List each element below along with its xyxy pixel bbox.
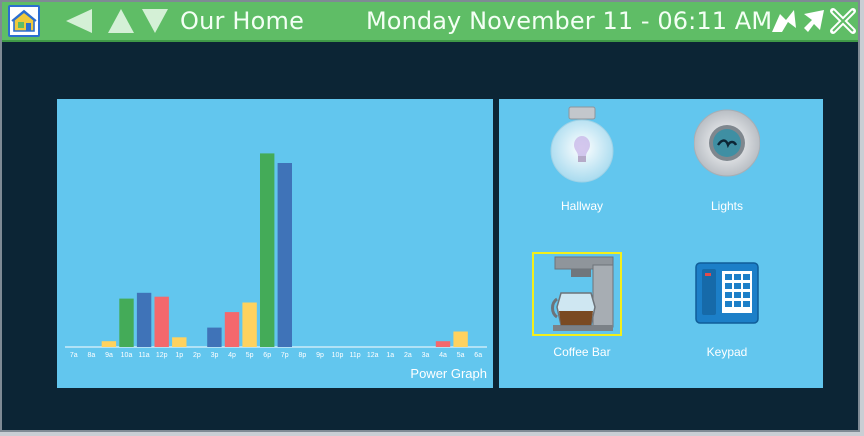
close-button[interactable]: [830, 2, 856, 40]
close-icon: [830, 8, 856, 34]
bar-5p: [242, 302, 257, 347]
home-icon: [11, 9, 37, 32]
tick-label-5a: 5a: [457, 352, 465, 359]
back-button[interactable]: [64, 2, 94, 40]
light-bulb-icon: [549, 105, 615, 189]
tick-label-5p: 5p: [246, 352, 254, 359]
share-icon: [772, 10, 796, 32]
device-tile-lights[interactable]: Lights: [672, 105, 782, 223]
up-arrow-icon: [108, 9, 134, 33]
tick-label-12a: 12a: [367, 352, 379, 359]
tick-label-12p: 12p: [156, 352, 168, 359]
device-tile-coffee-bar[interactable]: Coffee Bar: [527, 251, 637, 369]
bar-4a: [435, 341, 451, 347]
tick-label-7p: 7p: [281, 352, 289, 359]
power-graph-panel[interactable]: 7a 8a 9a 10a 11a 12p 1p 2p 3p 4p 5p 6p 7p 8p 9p 10p 11p 1…: [57, 99, 493, 388]
top-bar: Our Home Monday November 11 - 06:11 AM: [2, 2, 858, 42]
tick-label-10a: 10a: [121, 352, 133, 359]
device-label: Hallway: [560, 199, 603, 213]
tick-label-7a: 7a: [70, 352, 78, 359]
home-button[interactable]: [8, 5, 40, 37]
page-title: Our Home: [180, 7, 305, 35]
tick-label-8p: 8p: [299, 352, 307, 359]
share-button[interactable]: [770, 2, 798, 40]
bar-11a: [136, 292, 152, 347]
device-panel: Hallway Lights Coffee Bar Keypad: [499, 99, 823, 388]
back-arrow-icon: [66, 9, 92, 33]
tick-label-6p: 6p: [263, 352, 271, 359]
down-arrow-icon: [142, 9, 168, 33]
bar-9a: [101, 341, 117, 347]
device-label: Coffee Bar: [553, 345, 611, 359]
tick-label-4a: 4a: [439, 352, 447, 359]
tick-label-3a: 3a: [422, 352, 430, 359]
lights-dimmer-icon: [694, 105, 760, 189]
bar-4p: [224, 312, 240, 347]
tick-label-10p: 10p: [332, 352, 344, 359]
tick-label-1a: 1a: [386, 352, 394, 359]
chart-title: Power Graph: [410, 366, 487, 381]
bar-7p: [277, 163, 292, 347]
tick-label-8a: 8a: [88, 352, 96, 359]
keypad-phone-icon: [694, 251, 760, 335]
reply-button[interactable]: [802, 2, 828, 40]
bar-5a: [453, 331, 468, 347]
tick-label-6a: 6a: [474, 352, 482, 359]
bar-6p: [260, 153, 275, 347]
page-up-button[interactable]: [106, 2, 136, 40]
bar-10a: [119, 298, 134, 347]
device-tile-keypad[interactable]: Keypad: [672, 251, 782, 369]
device-label: Keypad: [706, 345, 748, 359]
tick-label-2p: 2p: [193, 352, 201, 359]
tick-label-3p: 3p: [211, 352, 219, 359]
bar-12p: [154, 296, 169, 347]
tick-label-11p: 11p: [350, 352, 361, 359]
app-window: Our Home Monday November 11 - 06:11 AM 7…: [0, 0, 860, 432]
date-time-display: Monday November 11 - 06:11 AM: [366, 7, 773, 35]
power-graph-chart: 7a 8a 9a 10a 11a 12p 1p 2p 3p 4p 5p 6p 7p 8p 9p 10p 11p 1…: [65, 153, 487, 359]
device-tile-hallway[interactable]: Hallway: [527, 105, 637, 223]
coffee-maker-icon: [549, 251, 615, 335]
bar-3p: [207, 327, 222, 347]
reply-icon: [804, 10, 824, 32]
tick-label-9p: 9p: [316, 352, 324, 359]
tick-label-4p: 4p: [228, 352, 236, 359]
device-label: Lights: [710, 199, 744, 213]
tick-label-11a: 11a: [139, 352, 150, 359]
tick-label-9a: 9a: [105, 352, 113, 359]
tick-label-1p: 1p: [175, 352, 183, 359]
tick-label-2a: 2a: [404, 352, 412, 359]
page-down-button[interactable]: [140, 2, 170, 40]
bar-1p: [172, 337, 187, 347]
